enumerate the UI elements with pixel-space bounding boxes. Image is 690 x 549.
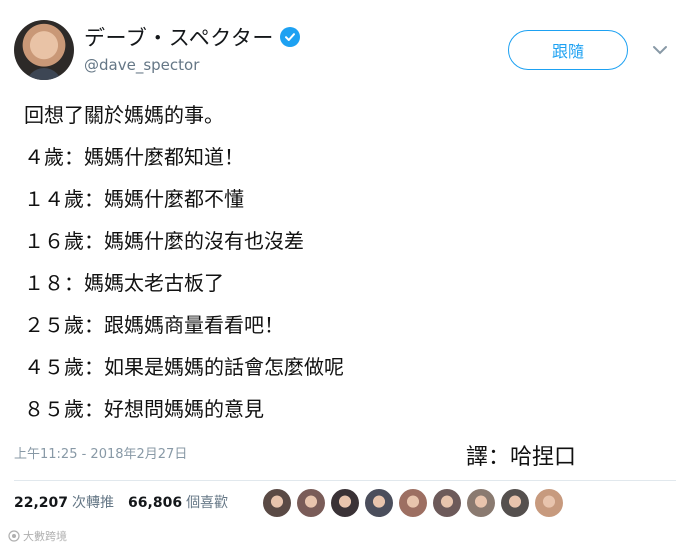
tweet-line: １６歲：媽媽什麼的沒有也沒差: [24, 229, 304, 253]
verified-badge-icon: [279, 27, 300, 47]
chevron-down-icon[interactable]: [650, 40, 670, 60]
liker-avatar[interactable]: [432, 488, 462, 518]
retweets-count: 22,207: [14, 495, 69, 511]
liker-avatar[interactable]: [364, 488, 394, 518]
tweet-line: ４歲：媽媽什麼都知道！: [24, 145, 244, 169]
follow-button[interactable]: 跟隨: [508, 30, 628, 70]
tweet-line: ８５歲：好想問媽媽的意見: [24, 397, 264, 421]
tweet-line: ４５歲：如果是媽媽的話會怎麼做呢: [24, 355, 344, 379]
name-row: デーブ・スペクター: [84, 22, 300, 52]
tweet-line: １４歲：媽媽什麼都不懂: [24, 187, 244, 211]
avatar-shirt: [26, 68, 62, 80]
liker-avatar[interactable]: [330, 488, 360, 518]
liker-avatar[interactable]: [500, 488, 530, 518]
watermark-text: 大數跨境: [23, 530, 67, 543]
tweet-timestamp[interactable]: 上午11:25 - 2018年2月27日: [14, 443, 187, 462]
liker-avatar[interactable]: [296, 488, 326, 518]
likes-label: 個喜歡: [186, 495, 229, 511]
tweet-stats: 22,207 次轉推 66,806 個喜歡: [14, 492, 228, 512]
translator-note: 譯：哈捏口: [466, 445, 577, 470]
retweets-stat[interactable]: 22,207 次轉推: [14, 492, 114, 512]
watermark: 大數跨境: [8, 528, 67, 544]
tweet-line: ２５歲：跟媽媽商量看看吧！: [24, 313, 284, 337]
liker-avatar[interactable]: [534, 488, 564, 518]
user-handle[interactable]: @dave_spector: [84, 56, 199, 74]
divider: [14, 480, 676, 481]
tweet-text: 回想了關於媽媽的事。 ４歲：媽媽什麼都知道！ １４歲：媽媽什麼都不懂 １６歲：媽…: [24, 94, 494, 430]
display-name[interactable]: デーブ・スペクター: [84, 22, 274, 52]
watermark-logo-icon: [8, 530, 20, 542]
liker-avatar[interactable]: [466, 488, 496, 518]
retweets-label: 次轉推: [72, 495, 115, 511]
tweet-line: １８：媽媽太老古板了: [24, 271, 224, 295]
likes-count: 66,806: [128, 495, 183, 511]
tweet-line: 回想了關於媽媽的事。: [24, 103, 224, 127]
liker-avatar[interactable]: [262, 488, 292, 518]
likes-stat[interactable]: 66,806 個喜歡: [128, 492, 228, 512]
liker-avatars: [262, 488, 564, 518]
liker-avatar[interactable]: [398, 488, 428, 518]
user-avatar[interactable]: [14, 20, 74, 80]
